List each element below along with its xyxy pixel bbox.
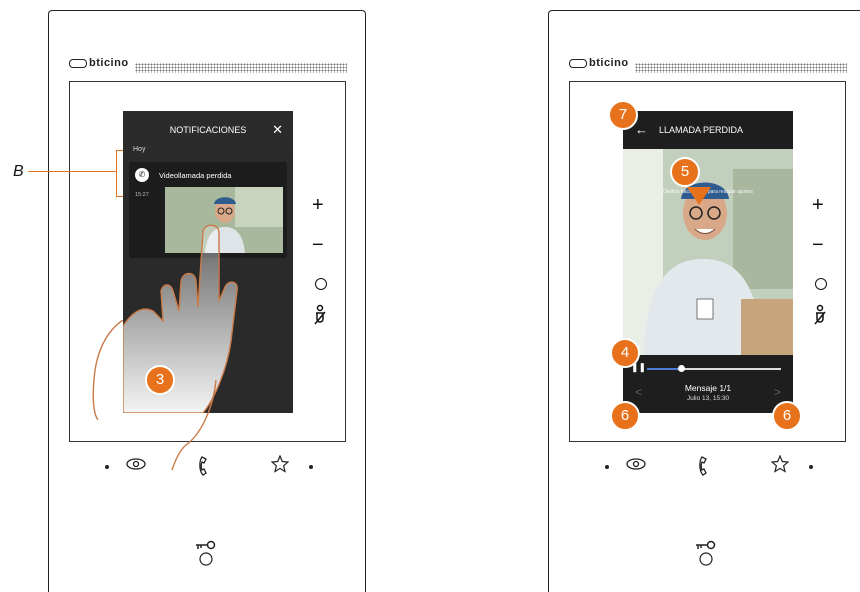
volume-down-button[interactable]: − [812, 235, 824, 255]
progress-fill [647, 368, 681, 370]
mute-microphone-icon[interactable] [813, 304, 827, 331]
video-player[interactable]: Desliza hacia abajo para realizar ajuste… [623, 149, 793, 355]
missed-call-screen: ← LLAMADA PERDIDA Desliza hacia abajo pa… [623, 111, 793, 413]
callout-bracket [116, 150, 123, 197]
brand-logo: bticino [569, 57, 629, 69]
volume-up-button[interactable]: + [312, 195, 324, 215]
callout-line [28, 171, 116, 172]
playback-bar: ❚❚ < Mensaje 1/1 Julio 13, 15:30 > [623, 355, 793, 413]
step-badge-7: 7 [608, 100, 638, 130]
eye-icon[interactable] [625, 457, 647, 476]
door-key-icon[interactable] [194, 539, 218, 572]
page-title: LLAMADA PERDIDA [659, 125, 744, 135]
message-counter: Mensaje 1/1 [684, 383, 732, 393]
home-button[interactable] [815, 278, 827, 290]
volume-down-button[interactable]: − [312, 235, 324, 255]
home-button[interactable] [315, 278, 327, 290]
volume-up-button[interactable]: + [812, 195, 824, 215]
brand-logo: bticino [69, 57, 129, 69]
indicator-dot-right [309, 465, 313, 469]
indicator-dot-left [605, 465, 609, 469]
progress-track[interactable] [647, 365, 781, 372]
callout-label-b: B [13, 163, 24, 180]
speaker-grille [135, 63, 347, 73]
step-badge-4: 4 [610, 338, 640, 368]
step-badge-6-next: 6 [772, 401, 802, 431]
mute-microphone-icon[interactable] [313, 304, 327, 331]
next-message-arrow[interactable]: > [774, 385, 781, 399]
handset-icon[interactable] [698, 455, 714, 482]
speaker-grille [635, 63, 847, 73]
step-badge-5: 5 [670, 157, 700, 187]
star-icon[interactable] [270, 454, 290, 478]
progress-knob[interactable] [677, 365, 685, 372]
badge-pointer-5 [687, 187, 711, 205]
door-key-icon[interactable] [694, 539, 718, 572]
indicator-dot-right [809, 465, 813, 469]
missed-call-header: ← LLAMADA PERDIDA [623, 111, 793, 149]
star-icon[interactable] [770, 454, 790, 478]
message-date: Julio 13, 15:30 [686, 395, 730, 402]
step-badge-6-prev: 6 [610, 401, 640, 431]
hand-outline [88, 319, 228, 475]
